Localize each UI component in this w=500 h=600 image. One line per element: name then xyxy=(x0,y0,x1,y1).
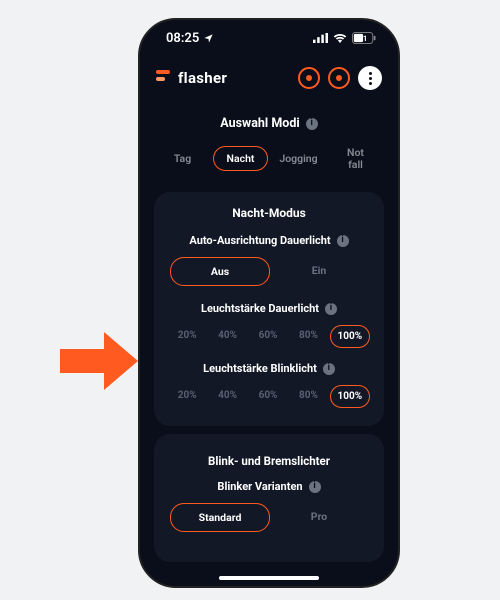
brake-lights-title: Blink- und Bremslichter xyxy=(166,454,372,468)
content-scroll[interactable]: Auswahl Modi i Tag Nacht Jogging Not fal… xyxy=(140,100,398,562)
auto-aus[interactable]: Aus xyxy=(170,257,270,286)
svg-text:51: 51 xyxy=(359,34,367,43)
home-indicator[interactable] xyxy=(219,576,319,580)
more-menu-button[interactable] xyxy=(358,66,382,90)
signal-icon xyxy=(313,33,328,43)
annotation-arrow-icon xyxy=(60,332,138,390)
record-button-1[interactable] xyxy=(298,67,320,89)
record-button-2[interactable] xyxy=(328,67,350,89)
blink-light-selector: 20% 40% 60% 80% 100% xyxy=(166,385,372,408)
variant-pro[interactable]: Pro xyxy=(270,503,368,532)
mode-jogging[interactable]: Jogging xyxy=(272,147,325,171)
location-icon xyxy=(203,33,214,44)
constant-60[interactable]: 60% xyxy=(249,325,287,348)
app-bar: flasher xyxy=(140,56,398,100)
blink-light-title: Leuchtstärke Blinklicht xyxy=(203,362,317,375)
blink-60[interactable]: 60% xyxy=(249,385,287,408)
mode-nacht[interactable]: Nacht xyxy=(213,146,268,172)
constant-100[interactable]: 100% xyxy=(330,325,370,348)
blink-100[interactable]: 100% xyxy=(330,385,370,408)
brand: flasher xyxy=(156,68,227,88)
constant-light-title: Leuchtstärke Dauerlicht xyxy=(201,302,319,315)
auto-orientation-toggle: Aus Ein xyxy=(166,257,372,286)
info-icon[interactable]: i xyxy=(306,118,318,130)
status-time: 08:25 xyxy=(166,31,199,46)
night-mode-title: Nacht-Modus xyxy=(166,206,372,220)
info-icon[interactable]: i xyxy=(325,303,337,315)
constant-40[interactable]: 40% xyxy=(208,325,246,348)
modes-title: Auswahl Modi xyxy=(220,116,299,131)
constant-80[interactable]: 80% xyxy=(289,325,327,348)
auto-orientation-title: Auto-Ausrichtung Dauerlicht xyxy=(189,234,330,247)
mode-tag[interactable]: Tag xyxy=(156,147,209,171)
status-bar: 08:25 51 xyxy=(140,20,398,56)
auto-ein[interactable]: Ein xyxy=(270,257,368,286)
brake-lights-card: Blink- und Bremslichter Blinker Variante… xyxy=(154,434,384,562)
info-icon[interactable]: i xyxy=(337,235,349,247)
wifi-icon xyxy=(333,33,347,43)
constant-light-selector: 20% 40% 60% 80% 100% xyxy=(166,325,372,348)
info-icon[interactable]: i xyxy=(309,481,321,493)
phone-frame: 08:25 51 flasher xyxy=(138,18,400,588)
blinker-variants-toggle: Standard Pro xyxy=(166,503,372,532)
brand-name: flasher xyxy=(178,69,227,87)
variant-standard[interactable]: Standard xyxy=(170,503,270,532)
mode-selector: Tag Nacht Jogging Not fall xyxy=(154,141,384,184)
blink-80[interactable]: 80% xyxy=(289,385,327,408)
battery-icon: 51 xyxy=(352,32,376,44)
constant-20[interactable]: 20% xyxy=(168,325,206,348)
blinker-variants-title: Blinker Varianten xyxy=(217,480,302,493)
brand-logo-icon xyxy=(156,68,172,88)
mode-notfall[interactable]: Not fall xyxy=(329,141,382,176)
info-icon[interactable]: i xyxy=(323,363,335,375)
blink-40[interactable]: 40% xyxy=(208,385,246,408)
blink-20[interactable]: 20% xyxy=(168,385,206,408)
night-mode-card: Nacht-Modus Auto-Ausrichtung Dauerlicht … xyxy=(154,192,384,426)
